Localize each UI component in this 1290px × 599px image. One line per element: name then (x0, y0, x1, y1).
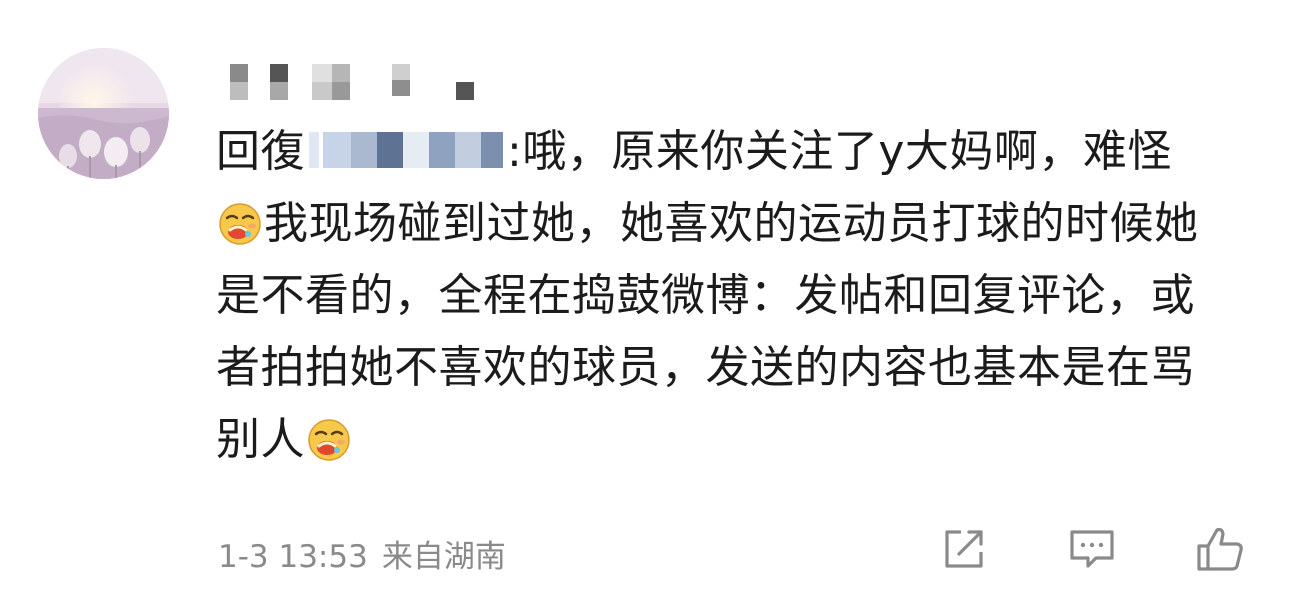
comment-text-part2: 我现场碰到过她，她喜欢的运动员打球的时候她是不看的，全程在捣鼓微博：发帖和回复评… (216, 198, 1199, 465)
comment-actions (862, 523, 1246, 575)
drooling-face-emoji (219, 203, 261, 245)
timestamp: 1-3 13:53 (218, 539, 368, 575)
like-button[interactable] (1194, 523, 1246, 575)
comment-text-part1: :哦，原来你关注了y大妈啊，难怪 (507, 126, 1172, 177)
share-icon (945, 530, 983, 568)
comment-meta: 1-3 13:53 来自湖南 (218, 531, 506, 576)
comment-text: 回復 :哦，原来你关注了y大妈啊，难怪 我现场碰到过她，她喜欢的运动员打球的时候她… (216, 116, 1226, 476)
thumbs-up-icon (1197, 527, 1243, 571)
comment-icon (1070, 530, 1114, 568)
location: 来自湖南 (381, 539, 506, 575)
username[interactable] (226, 62, 486, 104)
reply-prefix: 回復 (216, 126, 305, 177)
avatar-image (38, 48, 169, 179)
drooling-face-emoji (308, 419, 350, 461)
share-button[interactable] (938, 523, 990, 575)
avatar[interactable] (38, 48, 169, 179)
reply-button[interactable] (1066, 523, 1118, 575)
mentioned-user[interactable] (309, 128, 505, 172)
